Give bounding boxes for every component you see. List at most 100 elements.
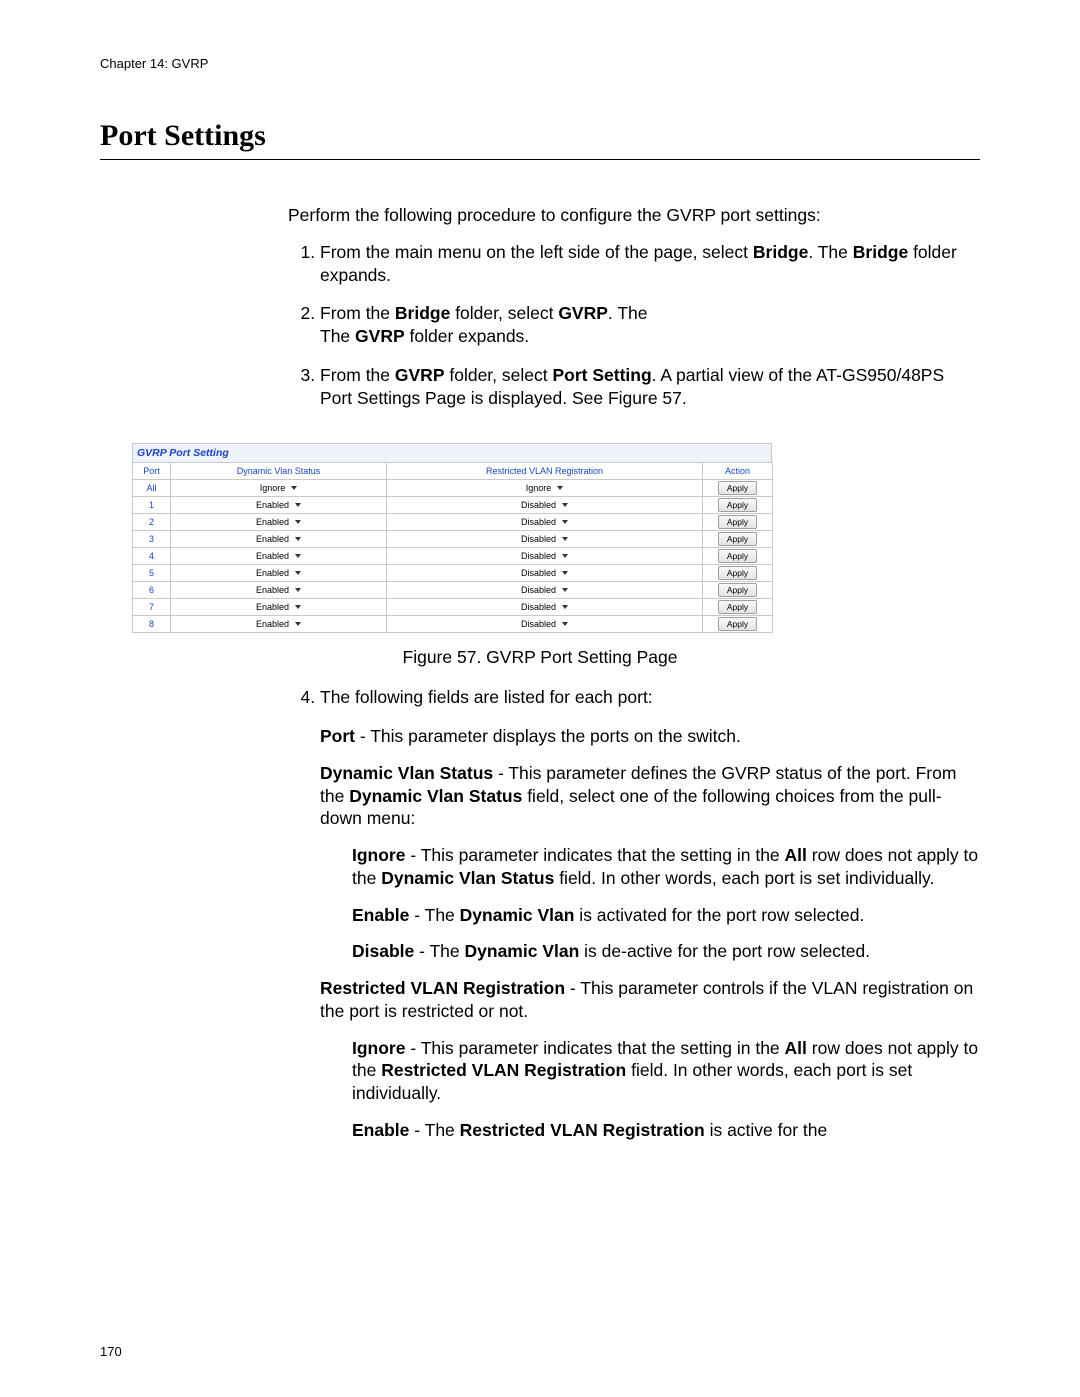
dvs-dropdown[interactable]: Enabled	[256, 568, 301, 578]
apply-button[interactable]: Apply	[718, 481, 757, 495]
dropdown-value: Disabled	[521, 500, 556, 510]
apply-button[interactable]: Apply	[718, 617, 757, 631]
chevron-down-icon	[562, 520, 568, 524]
table-row: 2 Enabled Disabled Apply	[133, 514, 773, 531]
field-rvr: Restricted VLAN Registration - This para…	[320, 977, 980, 1023]
dvs-dropdown[interactable]: Ignore	[260, 483, 298, 493]
dvs-ignore: Ignore - This parameter indicates that t…	[352, 844, 980, 890]
bold: Enable	[352, 1120, 409, 1140]
text: is de-active for the port row selected.	[579, 941, 870, 961]
bold: Bridge	[753, 242, 808, 262]
rvr-cell: Ignore	[387, 480, 703, 497]
bold: Ignore	[352, 1038, 405, 1058]
step-3: From the GVRP folder, select Port Settin…	[320, 364, 980, 410]
text: - This parameter indicates that the sett…	[405, 845, 784, 865]
apply-button[interactable]: Apply	[718, 583, 757, 597]
dvs-cell: Ignore	[171, 480, 387, 497]
text: From the main menu on the left side of t…	[320, 242, 753, 262]
dropdown-value: Disabled	[521, 619, 556, 629]
field-dvs: Dynamic Vlan Status - This parameter def…	[320, 762, 980, 830]
dvs-dropdown[interactable]: Enabled	[256, 585, 301, 595]
dvs-dropdown[interactable]: Enabled	[256, 602, 301, 612]
chevron-down-icon	[295, 503, 301, 507]
dvs-dropdown[interactable]: Enabled	[256, 517, 301, 527]
rvr-dropdown[interactable]: Disabled	[521, 602, 568, 612]
bold: Enable	[352, 905, 409, 925]
figure-caption: Figure 57. GVRP Port Setting Page	[100, 647, 980, 668]
dvs-cell: Enabled	[171, 531, 387, 548]
apply-button[interactable]: Apply	[718, 549, 757, 563]
bold: Bridge	[395, 303, 450, 323]
bold: Bridge	[853, 242, 908, 262]
text: folder expands.	[405, 326, 530, 346]
chevron-down-icon	[562, 571, 568, 575]
rvr-dropdown[interactable]: Disabled	[521, 551, 568, 561]
port-cell: 2	[133, 514, 171, 531]
port-cell: 1	[133, 497, 171, 514]
col-port: Port	[133, 463, 171, 480]
chevron-down-icon	[295, 571, 301, 575]
chevron-down-icon	[562, 622, 568, 626]
text: From the	[320, 365, 395, 385]
rvr-dropdown[interactable]: Disabled	[521, 619, 568, 629]
field-port: Port - This parameter displays the ports…	[320, 725, 980, 748]
rvr-cell: Disabled	[387, 548, 703, 565]
rvr-dropdown[interactable]: Disabled	[521, 534, 568, 544]
dropdown-value: Disabled	[521, 517, 556, 527]
dvs-dropdown[interactable]: Enabled	[256, 619, 301, 629]
rvr-dropdown[interactable]: Disabled	[521, 500, 568, 510]
col-action: Action	[703, 463, 773, 480]
text: is activated for the port row selected.	[574, 905, 864, 925]
text: folder, select	[450, 303, 558, 323]
dropdown-value: Disabled	[521, 568, 556, 578]
table-row: 6EnabledDisabledApply	[133, 582, 773, 599]
apply-button[interactable]: Apply	[718, 566, 757, 580]
rvr-dropdown[interactable]: Disabled	[521, 585, 568, 595]
dropdown-value: Enabled	[256, 517, 289, 527]
dvs-dropdown[interactable]: Enabled	[256, 551, 301, 561]
intro-text: Perform the following procedure to confi…	[288, 204, 980, 227]
rvr-dropdown[interactable]: Disabled	[521, 517, 568, 527]
bold: Port Setting	[552, 365, 651, 385]
dropdown-value: Enabled	[256, 500, 289, 510]
chevron-down-icon	[557, 486, 563, 490]
chevron-down-icon	[295, 588, 301, 592]
screenshot-title: GVRP Port Setting	[132, 443, 772, 462]
dropdown-value: Disabled	[521, 585, 556, 595]
apply-button[interactable]: Apply	[718, 532, 757, 546]
chevron-down-icon	[295, 537, 301, 541]
dvs-cell: Enabled	[171, 514, 387, 531]
port-cell: 5	[133, 565, 171, 582]
bold: All	[785, 845, 807, 865]
table-row: AllIgnoreIgnoreApply	[133, 480, 773, 497]
dvs-dropdown[interactable]: Enabled	[256, 534, 301, 544]
dvs-dropdown[interactable]: Enabled	[256, 500, 301, 510]
apply-button[interactable]: Apply	[718, 498, 757, 512]
bold: Port	[320, 726, 355, 746]
bold: Dynamic Vlan Status	[320, 763, 493, 783]
page-title: Port Settings	[100, 119, 980, 153]
table-row: 8EnabledDisabledApply	[133, 616, 773, 633]
apply-button[interactable]: Apply	[718, 600, 757, 614]
table-row: 1 Enabled Disabled Apply	[133, 497, 773, 514]
rvr-dropdown[interactable]: Ignore	[526, 483, 564, 493]
page-number: 170	[100, 1344, 122, 1359]
rvr-cell: Disabled	[387, 497, 703, 514]
bold: GVRP	[395, 365, 445, 385]
text: - The	[409, 1120, 459, 1140]
text: - This parameter indicates that the sett…	[405, 1038, 784, 1058]
chevron-down-icon	[562, 554, 568, 558]
apply-button[interactable]: Apply	[718, 515, 757, 529]
text: The	[320, 326, 355, 346]
rvr-cell: Disabled	[387, 531, 703, 548]
chevron-down-icon	[562, 503, 568, 507]
action-cell: Apply	[703, 480, 773, 497]
dropdown-value: Disabled	[521, 534, 556, 544]
text: is active for the	[705, 1120, 828, 1140]
action-cell: Apply	[703, 497, 773, 514]
bold: Restricted VLAN Registration	[460, 1120, 705, 1140]
dropdown-value: Enabled	[256, 568, 289, 578]
gvrp-table: Port Dynamic Vlan Status Restricted VLAN…	[132, 462, 773, 633]
step-4: The following fields are listed for each…	[320, 686, 980, 709]
rvr-dropdown[interactable]: Disabled	[521, 568, 568, 578]
